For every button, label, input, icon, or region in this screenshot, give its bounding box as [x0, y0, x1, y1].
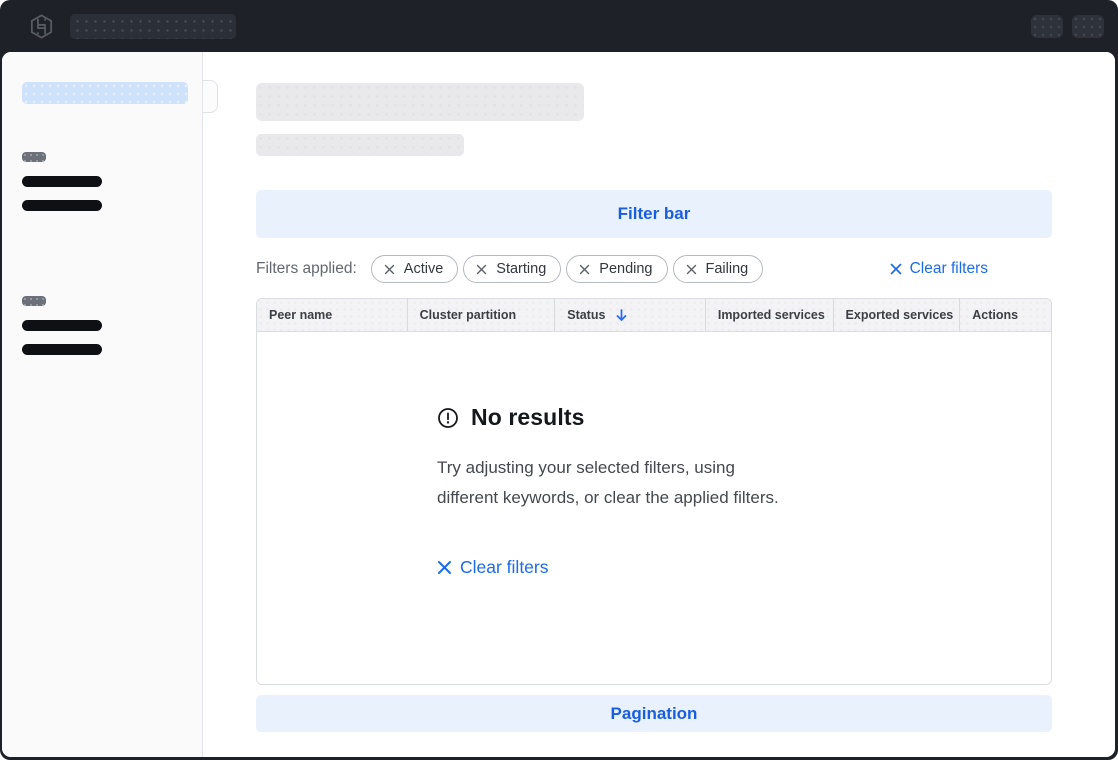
- column-header-peer-name[interactable]: Peer name: [257, 299, 407, 331]
- remove-filter-icon: [579, 264, 590, 275]
- applied-filters-row: Filters applied: Active Starting Pending: [256, 255, 1052, 283]
- filter-pill-failing[interactable]: Failing: [673, 255, 764, 283]
- content-shell: Filter bar Filters applied: Active Start…: [2, 52, 1115, 757]
- column-header-status[interactable]: Status: [554, 299, 705, 331]
- remove-filter-icon: [384, 264, 395, 275]
- filter-pill-starting[interactable]: Starting: [463, 255, 561, 283]
- filter-pill-label: Pending: [599, 261, 652, 277]
- sidebar-section-label-skeleton: [22, 152, 46, 162]
- filter-pill-pending[interactable]: Pending: [566, 255, 667, 283]
- alert-circle-icon: [437, 407, 459, 429]
- pagination-label: Pagination: [611, 704, 698, 724]
- page-title-skeleton: [256, 83, 584, 121]
- clear-filters-x-icon: [437, 560, 452, 575]
- sidebar-active-item-skeleton[interactable]: [22, 82, 188, 104]
- clear-filters-link[interactable]: Clear filters: [890, 260, 988, 278]
- filters-applied-label: Filters applied:: [256, 260, 357, 278]
- column-header-exported-services[interactable]: Exported services: [833, 299, 960, 331]
- top-navigation-bar: [0, 0, 1118, 52]
- topbar-action-skeleton: [1072, 15, 1104, 38]
- column-header-imported-services[interactable]: Imported services: [705, 299, 833, 331]
- column-header-actions: Actions: [959, 299, 1051, 331]
- filter-pill-active[interactable]: Active: [371, 255, 459, 283]
- sidebar-item-skeleton[interactable]: [22, 344, 102, 355]
- empty-state-title: No results: [471, 404, 584, 431]
- sidebar-item-skeleton[interactable]: [22, 176, 102, 187]
- remove-filter-icon: [686, 264, 697, 275]
- sidebar-collapse-toggle[interactable]: [203, 80, 218, 113]
- pagination-placeholder: Pagination: [256, 695, 1052, 732]
- sidebar: [2, 52, 203, 757]
- empty-state-description: Try adjusting your selected filters, usi…: [437, 453, 877, 513]
- table-header-row: Peer name Cluster partition Status Impor…: [257, 299, 1051, 332]
- filter-bar-placeholder: Filter bar: [256, 190, 1052, 238]
- peers-table: Peer name Cluster partition Status Impor…: [256, 298, 1052, 685]
- remove-filter-icon: [476, 264, 487, 275]
- page-subtitle-skeleton: [256, 134, 464, 156]
- main-panel: Filter bar Filters applied: Active Start…: [203, 52, 1115, 757]
- empty-state-clear-filters-link[interactable]: Clear filters: [437, 557, 549, 578]
- filter-pill-label: Active: [404, 261, 444, 277]
- hashicorp-logo-icon: [28, 13, 54, 39]
- sidebar-item-skeleton[interactable]: [22, 200, 102, 211]
- search-input-skeleton: [70, 14, 236, 39]
- empty-state: No results Try adjusting your selected f…: [437, 332, 877, 580]
- sidebar-section-label-skeleton: [22, 296, 46, 306]
- filter-pill-label: Starting: [496, 261, 546, 277]
- column-header-cluster-partition[interactable]: Cluster partition: [407, 299, 555, 331]
- filter-bar-label: Filter bar: [618, 204, 691, 224]
- filter-pill-label: Failing: [706, 261, 749, 277]
- app-window: Filter bar Filters applied: Active Start…: [0, 0, 1118, 760]
- sidebar-item-skeleton[interactable]: [22, 320, 102, 331]
- sort-descending-icon: [615, 308, 628, 322]
- clear-filters-x-icon: [890, 263, 902, 275]
- topbar-action-skeleton: [1031, 15, 1063, 38]
- table-body: No results Try adjusting your selected f…: [257, 332, 1051, 684]
